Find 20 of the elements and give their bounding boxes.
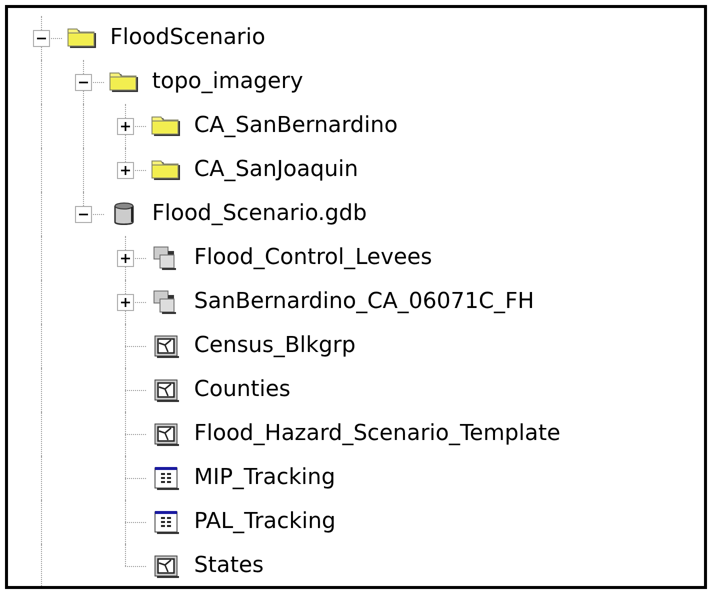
expand-icon[interactable] bbox=[117, 118, 134, 135]
tree-item-label[interactable]: CA_SanBernardino bbox=[194, 112, 398, 140]
tree-item-label[interactable]: FloodScenario bbox=[110, 24, 266, 52]
collapse-icon[interactable] bbox=[33, 30, 50, 47]
tree-item-label[interactable]: CA_SanJoaquin bbox=[194, 156, 358, 184]
tree-item-label[interactable]: PAL_Tracking bbox=[194, 508, 336, 536]
expand-icon[interactable] bbox=[117, 294, 134, 311]
tree-item-label[interactable]: Flood_Hazard_Scenario_Template bbox=[194, 420, 560, 448]
tree-item-label[interactable]: SanBernardino_CA_06071C_FH bbox=[194, 288, 534, 316]
expand-icon[interactable] bbox=[117, 162, 134, 179]
collapse-icon[interactable] bbox=[75, 74, 92, 91]
collapse-icon[interactable] bbox=[75, 206, 92, 223]
tree-item-label[interactable]: topo_imagery bbox=[152, 68, 304, 96]
tree-item-label[interactable]: Flood_Scenario.gdb bbox=[152, 200, 367, 228]
expand-icon[interactable] bbox=[117, 250, 134, 267]
tree-item-label[interactable]: States bbox=[194, 552, 264, 580]
tree-item-label[interactable]: Flood_Control_Levees bbox=[194, 244, 432, 272]
tree-item-label[interactable]: Census_Blkgrp bbox=[194, 332, 356, 360]
tree-item-label[interactable]: Counties bbox=[194, 376, 290, 404]
tree-item-label[interactable]: MIP_Tracking bbox=[194, 464, 336, 492]
